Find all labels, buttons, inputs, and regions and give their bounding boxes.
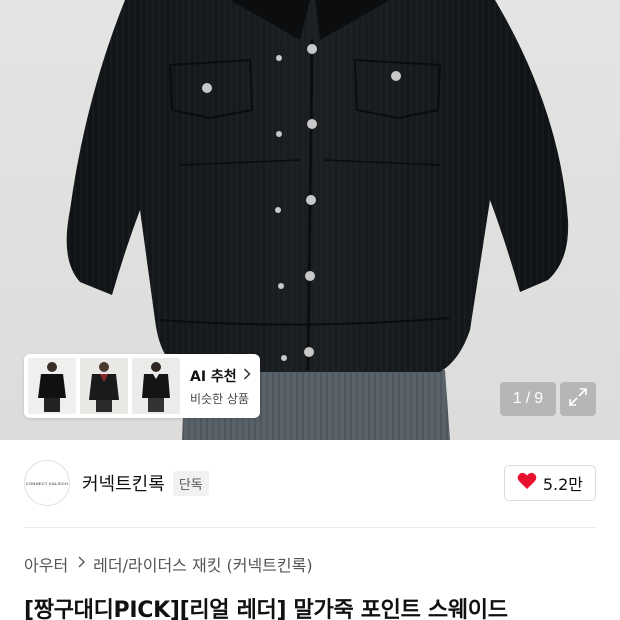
like-button[interactable]: 5.2만	[503, 465, 596, 501]
product-title: [짱구대디PICK][리얼 레더] 말가죽 포인트 스웨이드	[24, 598, 508, 620]
expand-icon	[568, 387, 588, 411]
brand-logo-text: CONNECT KALSICH	[25, 480, 69, 486]
ai-recommendation-subtitle: 비슷한 상품	[190, 391, 250, 406]
heart-icon	[517, 472, 537, 494]
chevron-right-icon	[78, 556, 86, 572]
expand-image-button[interactable]	[560, 382, 596, 416]
ai-recommendation-title: AI 추천	[190, 368, 237, 385]
brand-logo[interactable]: CONNECT KALSICH	[24, 460, 70, 506]
jacket-thumbnail-image	[28, 358, 76, 414]
chevron-right-icon	[243, 367, 251, 384]
breadcrumb-item-outer[interactable]: 아우터	[24, 552, 68, 576]
image-counter-current: 1	[512, 390, 522, 407]
brand-row: CONNECT KALSICH 커넥트킨록 단독 5.2만	[24, 460, 596, 506]
image-counter-separator: /	[525, 390, 531, 407]
jacket-thumbnail-image	[80, 358, 128, 414]
image-counter-total: 9	[534, 390, 544, 407]
exclusive-badge: 단독	[172, 470, 209, 496]
product-image-gallery[interactable]: AI 추천 비슷한 상품 1 / 9	[0, 0, 620, 440]
breadcrumb: 아우터 레더/라이더스 재킷 (커넥트킨록)	[24, 552, 313, 576]
section-divider	[24, 527, 596, 528]
image-counter: 1 / 9	[500, 382, 556, 416]
recommendation-thumbnail[interactable]	[80, 358, 128, 414]
jacket-thumbnail-image	[132, 358, 180, 414]
recommendation-thumbnail[interactable]	[28, 358, 76, 414]
like-count: 5.2만	[542, 475, 583, 494]
brand-name[interactable]: 커넥트킨록	[82, 470, 165, 496]
breadcrumb-item-category[interactable]: 레더/라이더스 재킷 (커넥트킨록)	[93, 552, 312, 576]
ai-recommendation-card[interactable]: AI 추천 비슷한 상품	[24, 354, 260, 418]
recommendation-thumbnail[interactable]	[132, 358, 180, 414]
